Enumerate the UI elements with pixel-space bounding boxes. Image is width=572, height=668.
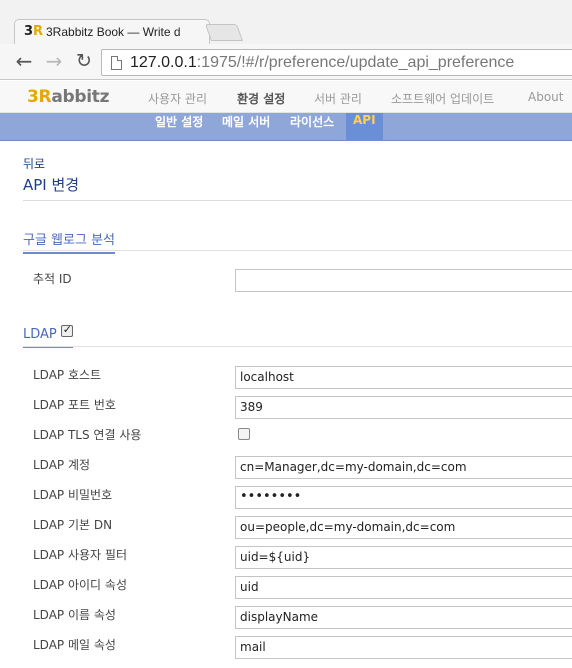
app-navbar: 3Rabbitz 사용자 관리 환경 설정 서버 관리 소프트웨어 업데이트 A…: [0, 81, 572, 113]
tab-general-settings[interactable]: 일반 설정: [148, 113, 210, 141]
ldap-account-input[interactable]: cn=Manager,dc=my-domain,dc=com: [235, 456, 572, 479]
new-tab-button[interactable]: [204, 24, 244, 41]
divider: [23, 200, 572, 201]
ldap-mail-attribute-label: LDAP 메일 속성: [33, 638, 116, 652]
menu-about[interactable]: About: [528, 90, 563, 104]
tab-mail-server[interactable]: 메일 서버: [215, 113, 277, 141]
section-ldap: LDAP: [23, 323, 73, 348]
ldap-tls-checkbox[interactable]: [238, 428, 250, 440]
browser-titlebar: 3R 3Rabbitz Book — Write d: [0, 0, 572, 44]
ldap-name-attribute-label: LDAP 이름 속성: [33, 608, 116, 622]
tracking-id-label: 추적 ID: [33, 272, 72, 286]
tab-api[interactable]: API: [346, 113, 383, 141]
reload-icon[interactable]: ↻: [73, 51, 95, 73]
ldap-host-label: LDAP 호스트: [33, 368, 102, 382]
ldap-password-label: LDAP 비밀번호: [33, 488, 113, 502]
ldap-account-label: LDAP 계정: [33, 458, 91, 472]
address-bar[interactable]: 127.0.0.1:1975/!#/r/preference/update_ap…: [101, 49, 572, 76]
ldap-port-input[interactable]: 389: [235, 396, 572, 419]
ldap-name-attribute-input[interactable]: displayName: [235, 606, 572, 629]
back-link[interactable]: 뒤로: [23, 155, 45, 172]
ldap-user-filter-label: LDAP 사용자 필터: [33, 548, 127, 562]
ldap-id-attribute-label: LDAP 아이디 속성: [33, 578, 127, 592]
section-divider: [23, 346, 572, 347]
tab-favicon-icon: 3R: [24, 24, 44, 39]
ldap-id-attribute-input[interactable]: uid: [235, 576, 572, 599]
menu-user-management[interactable]: 사용자 관리: [148, 90, 207, 107]
ldap-password-input[interactable]: ••••••••: [235, 486, 572, 509]
page-icon: [111, 56, 122, 70]
menu-server-management[interactable]: 서버 관리: [314, 90, 362, 107]
browser-tab[interactable]: 3R 3Rabbitz Book — Write d: [14, 19, 210, 44]
brand-logo[interactable]: 3Rabbitz: [27, 87, 109, 107]
back-arrow-icon[interactable]: ←: [13, 51, 35, 73]
ldap-tls-label: LDAP TLS 연결 사용: [33, 428, 142, 442]
ldap-mail-attribute-input[interactable]: mail: [235, 636, 572, 659]
forward-arrow-icon[interactable]: →: [43, 51, 65, 73]
ldap-enabled-checkbox[interactable]: [60, 323, 73, 337]
ldap-host-input[interactable]: localhost: [235, 366, 572, 389]
ldap-base-dn-input[interactable]: ou=people,dc=my-domain,dc=com: [235, 516, 572, 539]
menu-preferences[interactable]: 환경 설정: [237, 90, 285, 107]
url-text: 127.0.0.1:1975/!#/r/preference/update_ap…: [130, 54, 515, 71]
tab-title: 3Rabbitz Book — Write d: [46, 25, 181, 39]
browser-toolbar: ← → ↻ 127.0.0.1:1975/!#/r/preference/upd…: [0, 44, 572, 80]
tracking-id-input[interactable]: [235, 269, 572, 292]
ldap-port-label: LDAP 포트 번호: [33, 398, 116, 412]
menu-software-update[interactable]: 소프트웨어 업데이트: [391, 90, 494, 107]
page-title: API 변경: [23, 176, 80, 194]
ldap-user-filter-input[interactable]: uid=${uid}: [235, 546, 572, 569]
ldap-base-dn-label: LDAP 기본 DN: [33, 518, 113, 532]
sub-navbar: 일반 설정 메일 서버 라이선스 API: [0, 113, 572, 141]
tab-license[interactable]: 라이선스: [283, 113, 341, 141]
section-divider: [23, 250, 572, 251]
